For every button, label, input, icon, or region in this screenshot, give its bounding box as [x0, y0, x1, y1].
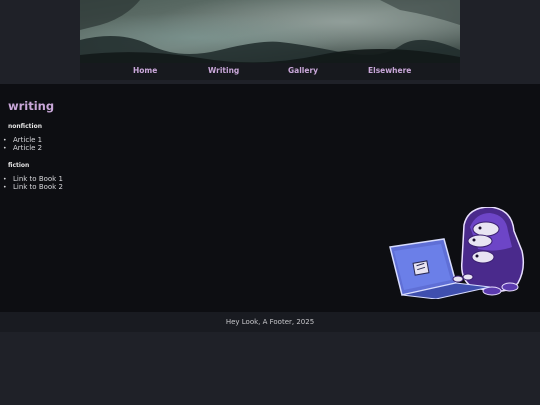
footer-text: Hey Look, A Footer, 2025 — [225, 318, 315, 326]
nav-link-home[interactable]: Home — [133, 66, 157, 75]
page: Home Writing Gallery Elsewhere writing n… — [0, 0, 540, 405]
nav-link-gallery[interactable]: Gallery — [288, 66, 318, 75]
list-item[interactable]: • Article 2 — [3, 144, 42, 152]
book-link[interactable]: Link to Book 1 — [13, 175, 63, 183]
section-heading-fiction: fiction — [8, 162, 30, 169]
list-item[interactable]: • Link to Book 2 — [3, 183, 63, 191]
bullet-icon: • — [3, 184, 7, 191]
list-item[interactable]: • Link to Book 1 — [3, 175, 63, 183]
nav-bar: Home Writing Gallery Elsewhere — [80, 63, 460, 80]
book-link[interactable]: Link to Book 2 — [13, 183, 63, 191]
fiction-list: • Link to Book 1 • Link to Book 2 — [3, 175, 63, 191]
bullet-icon: • — [3, 145, 7, 152]
footer: Hey Look, A Footer, 2025 — [0, 312, 540, 332]
nav-link-writing[interactable]: Writing — [208, 66, 239, 75]
article-link[interactable]: Article 2 — [13, 144, 42, 152]
mascot-laptop-icon — [386, 206, 526, 300]
article-link[interactable]: Article 1 — [13, 136, 42, 144]
page-title: writing — [8, 99, 55, 113]
nonfiction-list: • Article 1 • Article 2 — [3, 136, 42, 152]
section-heading-nonfiction: nonfiction — [8, 123, 42, 130]
list-item[interactable]: • Article 1 — [3, 136, 42, 144]
nav-link-elsewhere[interactable]: Elsewhere — [368, 66, 411, 75]
header-banner-image — [80, 0, 460, 63]
main-content: writing nonfiction • Article 1 • Article 2… — [0, 84, 540, 312]
